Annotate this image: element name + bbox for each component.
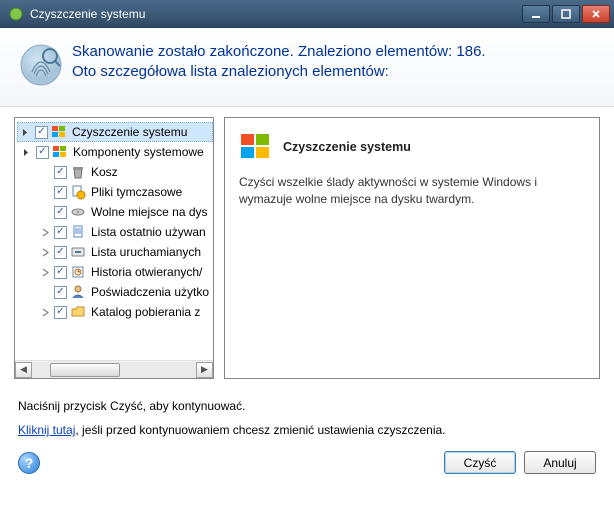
tree-item-row[interactable]: Poświadczenia użytko xyxy=(17,282,213,302)
horizontal-scrollbar[interactable]: ◀ ▶ xyxy=(15,360,213,378)
checkbox[interactable] xyxy=(54,226,67,239)
windows-flag-icon xyxy=(239,130,273,164)
checkbox[interactable] xyxy=(54,266,67,279)
cancel-button[interactable]: Anuluj xyxy=(524,451,596,474)
checkbox[interactable] xyxy=(54,166,67,179)
tree-group-label: Komponenty systemowe xyxy=(71,145,206,159)
footer-text2: , jeśli przed kontynuowaniem chcesz zmie… xyxy=(75,423,445,437)
tree-root-row[interactable]: Czyszczenie systemu xyxy=(17,122,213,142)
tree-item-row[interactable]: Lista ostatnio używan xyxy=(17,222,213,242)
header-line1: Skanowanie zostało zakończone. Znalezion… xyxy=(72,42,486,62)
checkbox[interactable] xyxy=(35,126,48,139)
checkbox[interactable] xyxy=(54,306,67,319)
expander-icon[interactable] xyxy=(39,246,51,258)
help-icon[interactable]: ? xyxy=(18,452,40,474)
tree-item-label: Lista uruchamianych xyxy=(89,245,203,259)
tree-pane: Czyszczenie systemu Komponenty systemowe… xyxy=(14,117,214,379)
footer-settings-line: Kliknij tutaj, jeśli przed kontynuowanie… xyxy=(18,423,596,437)
header-line2: Oto szczegółowa lista znalezionych eleme… xyxy=(72,62,486,82)
run-icon xyxy=(70,244,86,260)
header-text: Skanowanie zostało zakończone. Znalezion… xyxy=(72,42,486,83)
history-icon xyxy=(70,264,86,280)
tree-item-label: Kosz xyxy=(89,165,120,179)
scroll-left-button[interactable]: ◀ xyxy=(15,362,32,378)
clean-button[interactable]: Czyść xyxy=(444,451,516,474)
trash-icon xyxy=(70,164,86,180)
tree-item-row[interactable]: Katalog pobierania z xyxy=(17,302,213,322)
header-pane: Skanowanie zostało zakończone. Znalezion… xyxy=(0,28,614,107)
tree-root-label: Czyszczenie systemu xyxy=(70,125,189,139)
tree-item-row[interactable]: Lista uruchamianych xyxy=(17,242,213,262)
windows-flag-icon xyxy=(52,144,68,160)
footer: Naciśnij przycisk Czyść, aby kontynuować… xyxy=(0,387,614,488)
expander-icon[interactable] xyxy=(39,266,51,278)
checkbox[interactable] xyxy=(54,206,67,219)
close-button[interactable] xyxy=(582,5,610,23)
expander-placeholder xyxy=(39,186,51,198)
maximize-button[interactable] xyxy=(552,5,580,23)
window-title: Czyszczenie systemu xyxy=(30,7,522,21)
app-icon xyxy=(8,6,24,22)
folder-icon xyxy=(70,304,86,320)
disk-icon xyxy=(70,204,86,220)
settings-link[interactable]: Kliknij tutaj xyxy=(18,423,75,437)
fingerprint-icon xyxy=(18,42,64,88)
expander-placeholder xyxy=(39,206,51,218)
tree-item-label: Historia otwieranych/ xyxy=(89,265,204,279)
temp-icon xyxy=(70,184,86,200)
scroll-thumb[interactable] xyxy=(50,363,120,377)
expander-icon[interactable] xyxy=(39,306,51,318)
detail-title: Czyszczenie systemu xyxy=(283,140,411,154)
checkbox[interactable] xyxy=(54,246,67,259)
checkbox[interactable] xyxy=(36,146,49,159)
tree-item-row[interactable]: Historia otwieranych/ xyxy=(17,262,213,282)
expander-placeholder xyxy=(39,286,51,298)
titlebar: Czyszczenie systemu xyxy=(0,0,614,28)
doc-icon xyxy=(70,224,86,240)
minimize-button[interactable] xyxy=(522,5,550,23)
tree-item-row[interactable]: Pliki tymczasowe xyxy=(17,182,213,202)
tree-item-label: Lista ostatnio używan xyxy=(89,225,208,239)
checkbox[interactable] xyxy=(54,186,67,199)
tree-item-row[interactable]: Kosz xyxy=(17,162,213,182)
expander-icon[interactable] xyxy=(20,126,32,138)
expander-icon[interactable] xyxy=(39,226,51,238)
detail-pane: Czyszczenie systemu Czyści wszelkie ślad… xyxy=(224,117,600,379)
expander-placeholder xyxy=(39,166,51,178)
expander-icon[interactable] xyxy=(21,146,33,158)
detail-body: Czyści wszelkie ślady aktywności w syste… xyxy=(239,174,585,208)
checkbox[interactable] xyxy=(54,286,67,299)
scroll-track[interactable] xyxy=(32,362,196,378)
windows-flag-icon xyxy=(51,124,67,140)
tree-item-label: Poświadczenia użytko xyxy=(89,285,211,299)
scroll-right-button[interactable]: ▶ xyxy=(196,362,213,378)
tree-item-row[interactable]: Wolne miejsce na dys xyxy=(17,202,213,222)
tree-group-row[interactable]: Komponenty systemowe xyxy=(17,142,213,162)
tree-item-label: Pliki tymczasowe xyxy=(89,185,184,199)
user-icon xyxy=(70,284,86,300)
footer-instruction: Naciśnij przycisk Czyść, aby kontynuować… xyxy=(18,399,596,413)
tree-item-label: Wolne miejsce na dys xyxy=(89,205,210,219)
tree-item-label: Katalog pobierania z xyxy=(89,305,202,319)
